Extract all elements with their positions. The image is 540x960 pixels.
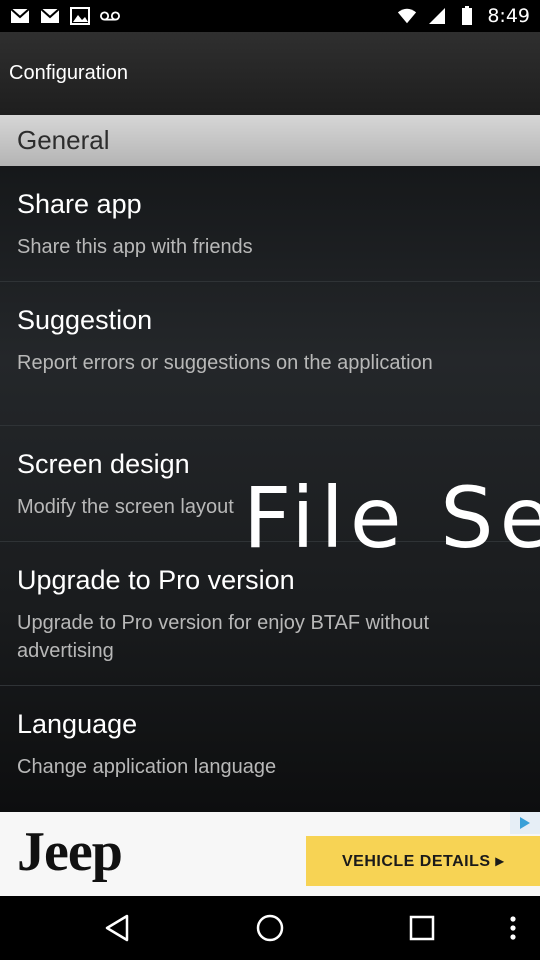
navigation-bar bbox=[0, 896, 540, 960]
photo-icon bbox=[70, 6, 90, 26]
status-bar: 8:49 bbox=[0, 0, 540, 32]
ad-banner[interactable]: Jeep VEHICLE DETAILS ▸ bbox=[0, 812, 540, 896]
recents-icon[interactable] bbox=[406, 912, 438, 944]
pref-summary: Share this app with friends bbox=[17, 236, 253, 258]
page-title: Configuration bbox=[9, 62, 128, 84]
ad-cta-button[interactable]: VEHICLE DETAILS ▸ bbox=[306, 836, 540, 886]
signal-icon bbox=[427, 6, 447, 26]
ad-choices-icon[interactable] bbox=[510, 812, 540, 834]
section-title: General bbox=[17, 125, 110, 155]
pref-item-suggestion[interactable]: Suggestion Report errors or suggestions … bbox=[0, 282, 540, 426]
pref-title: Language bbox=[17, 709, 138, 739]
voicemail-icon bbox=[100, 6, 120, 26]
pref-summary: Upgrade to Pro version for enjoy BTAF wi… bbox=[17, 612, 430, 662]
mail-icon bbox=[40, 6, 60, 26]
ad-brand-logo[interactable]: Jeep bbox=[17, 820, 123, 884]
mail-icon bbox=[10, 6, 30, 26]
battery-icon bbox=[457, 6, 477, 26]
pref-title: Share app bbox=[17, 189, 142, 219]
action-bar: Configuration bbox=[0, 32, 540, 115]
pref-item-language[interactable]: Language Change application language bbox=[0, 686, 540, 802]
preferences-list: General Share app Share this app with fr… bbox=[0, 115, 540, 812]
notification-icons bbox=[10, 6, 120, 26]
pref-item-share-app[interactable]: Share app Share this app with friends bbox=[0, 166, 540, 282]
pref-title: Upgrade to Pro version bbox=[17, 565, 295, 595]
pref-summary: Change application language bbox=[17, 756, 277, 778]
back-icon[interactable] bbox=[101, 912, 133, 944]
system-icons: 8:49 bbox=[397, 5, 530, 27]
section-header-general: General bbox=[0, 115, 540, 166]
pref-summary: Report errors or suggestions on the appl… bbox=[17, 352, 433, 374]
pref-title: Suggestion bbox=[17, 305, 153, 335]
wifi-icon bbox=[397, 6, 417, 26]
status-time: 8:49 bbox=[487, 5, 530, 27]
home-icon[interactable] bbox=[254, 912, 286, 944]
overlay-text: File Se bbox=[243, 472, 540, 564]
overflow-menu-icon[interactable] bbox=[497, 912, 529, 944]
